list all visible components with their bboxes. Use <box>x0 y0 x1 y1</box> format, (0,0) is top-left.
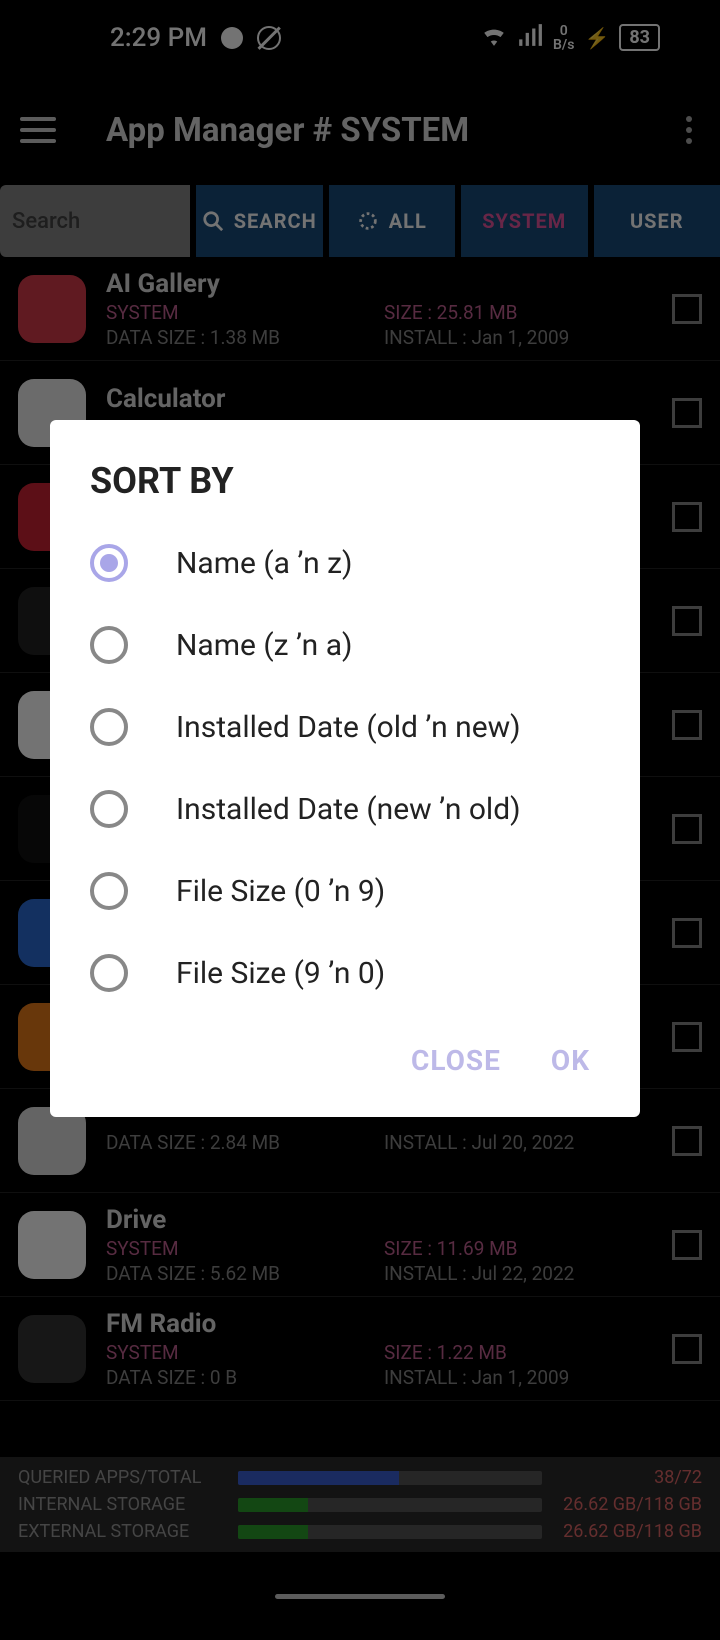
radio-label: File Size (0 ’n 9) <box>176 874 385 909</box>
radio-icon <box>90 872 128 910</box>
radio-label: Installed Date (new ’n old) <box>176 792 521 827</box>
radio-label: File Size (9 ’n 0) <box>176 956 385 991</box>
radio-icon <box>90 708 128 746</box>
ok-button[interactable]: OK <box>551 1044 590 1077</box>
sort-option[interactable]: Name (z ’n a) <box>50 604 640 686</box>
radio-icon <box>90 626 128 664</box>
sort-option[interactable]: File Size (0 ’n 9) <box>50 850 640 932</box>
radio-icon <box>90 954 128 992</box>
radio-label: Installed Date (old ’n new) <box>176 710 521 745</box>
sort-option[interactable]: Installed Date (new ’n old) <box>50 768 640 850</box>
radio-icon <box>90 544 128 582</box>
sort-option[interactable]: Name (a ’n z) <box>50 522 640 604</box>
radio-label: Name (a ’n z) <box>176 546 352 581</box>
sort-option[interactable]: File Size (9 ’n 0) <box>50 932 640 1014</box>
close-button[interactable]: CLOSE <box>411 1044 501 1077</box>
sort-option[interactable]: Installed Date (old ’n new) <box>50 686 640 768</box>
radio-icon <box>90 790 128 828</box>
dialog-title: SORT BY <box>50 460 640 522</box>
radio-label: Name (z ’n a) <box>176 628 352 663</box>
sort-dialog: SORT BY Name (a ’n z) Name (z ’n a) Inst… <box>50 420 640 1117</box>
